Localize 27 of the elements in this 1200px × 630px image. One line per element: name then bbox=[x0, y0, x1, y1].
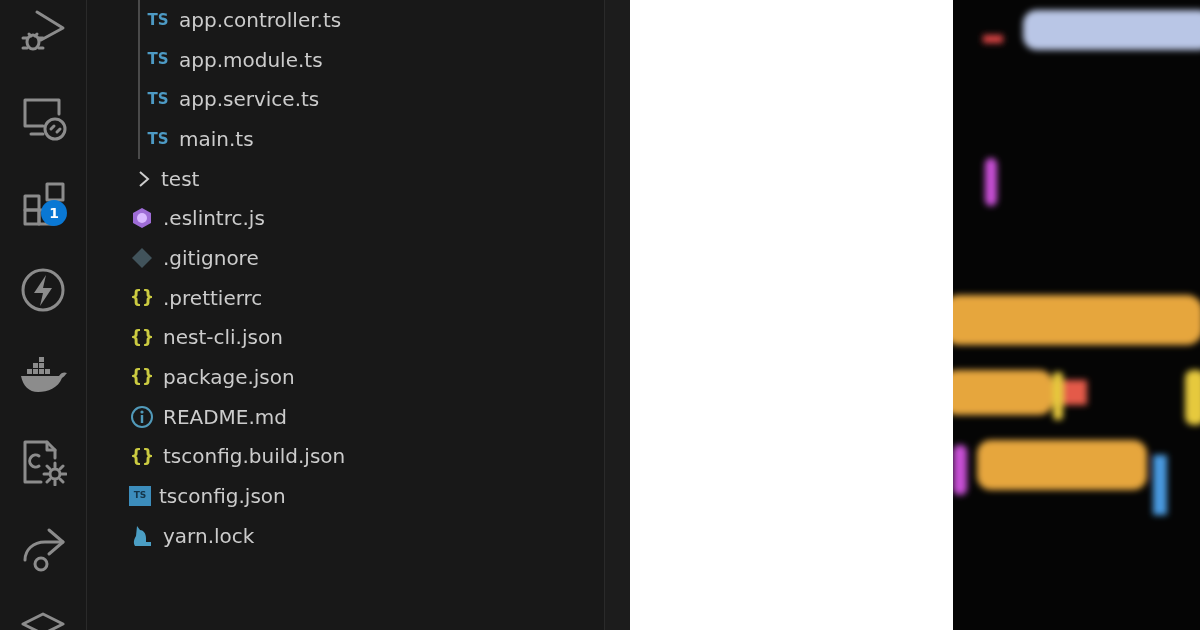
folder-name[interactable]: test bbox=[161, 163, 200, 194]
file-name[interactable]: package.json bbox=[163, 362, 295, 393]
file-name[interactable]: app.module.ts bbox=[179, 44, 323, 75]
notification-badge: 1 bbox=[41, 200, 67, 226]
info-icon bbox=[129, 404, 155, 429]
typescript-icon: TS bbox=[145, 7, 171, 32]
typescript-config-icon: TS bbox=[129, 486, 151, 507]
typescript-icon: TS bbox=[145, 87, 171, 112]
braces-icon: {} bbox=[129, 365, 155, 390]
file-name[interactable]: .eslintrc.js bbox=[163, 203, 265, 234]
file-name[interactable]: app.controller.ts bbox=[179, 4, 342, 35]
typescript-icon: TS bbox=[145, 47, 171, 72]
file-name[interactable]: tsconfig.build.json bbox=[163, 441, 346, 472]
braces-icon: {} bbox=[129, 285, 155, 310]
lightning-icon[interactable] bbox=[19, 266, 67, 314]
file-name[interactable]: .prettierrc bbox=[163, 282, 263, 313]
file-name[interactable]: tsconfig.json bbox=[159, 481, 286, 512]
file-name[interactable]: yarn.lock bbox=[163, 520, 255, 551]
file-name[interactable]: main.ts bbox=[179, 123, 254, 154]
typescript-icon: TS bbox=[145, 126, 171, 151]
file-name[interactable]: README.md bbox=[163, 401, 288, 432]
braces-icon: {} bbox=[129, 325, 155, 350]
file-name[interactable]: app.service.ts bbox=[179, 84, 320, 115]
scrollbar-track[interactable] bbox=[604, 0, 630, 630]
file-name[interactable]: nest-cli.json bbox=[163, 322, 283, 353]
file-name[interactable]: .gitignore bbox=[163, 242, 259, 273]
braces-icon: {} bbox=[129, 444, 155, 469]
